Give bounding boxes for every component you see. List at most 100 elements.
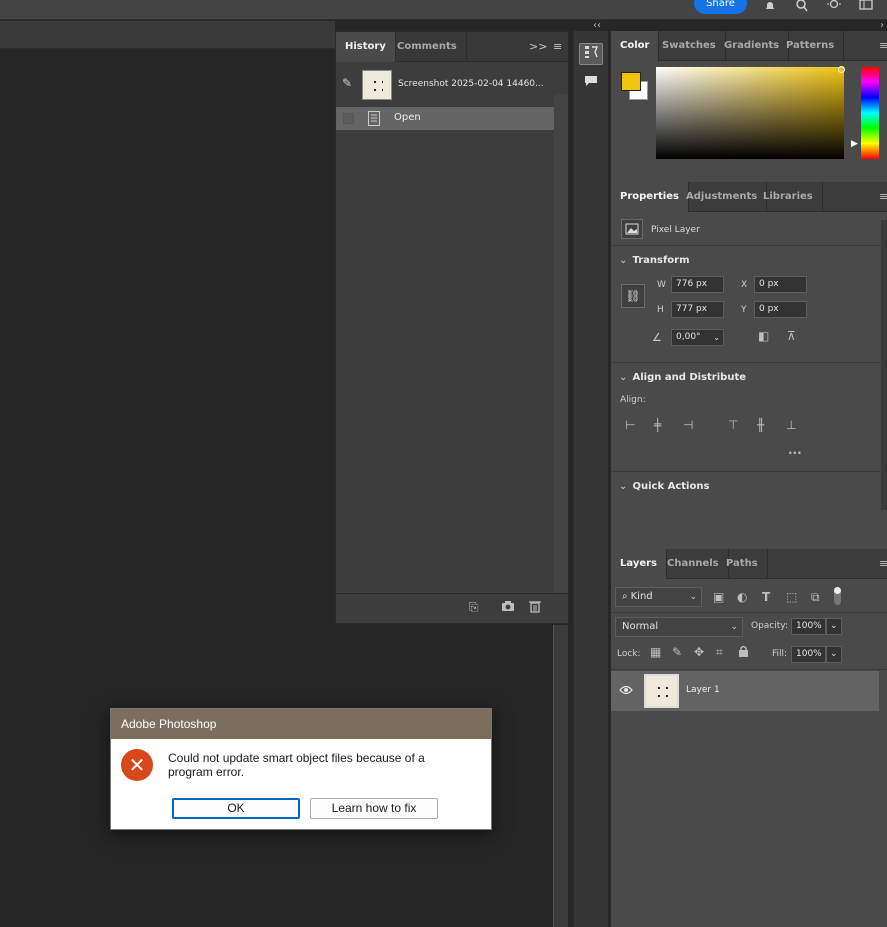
color-panel-menu-icon[interactable]: ≡ [879,39,887,52]
filter-kind-value: Kind [630,591,653,602]
opacity-dropdown[interactable]: ⌄ [826,618,842,635]
align-vertical-center-icon[interactable]: ╫ [757,418,764,432]
lock-image-icon[interactable]: ✎ [672,645,682,659]
color-field[interactable] [656,67,844,159]
w-label: W [657,280,666,290]
chevron-down-icon: ⌄ [830,649,838,659]
brush-icon: ✎ [342,76,353,90]
history-state[interactable]: Open [336,107,554,130]
snapshot-thumbnail [362,70,392,100]
tab-paths[interactable]: Paths [717,549,768,579]
chevron-down-icon: ⌄ [689,592,697,602]
learn-how-to-fix-button[interactable]: Learn how to fix [310,798,438,819]
transform-header[interactable]: ⌄ Transform [619,255,690,266]
error-dialog: Adobe Photoshop ✕ Could not update smart… [110,708,492,830]
quick-actions-header[interactable]: ⌄ Quick Actions [619,481,709,492]
tab-patterns[interactable]: Patterns [777,31,845,61]
workspace-icon[interactable] [857,0,875,14]
foreground-color-swatch[interactable] [621,72,641,91]
expand-icon[interactable]: › [880,20,884,31]
dialog-title: Adobe Photoshop [111,709,491,739]
align-top-icon[interactable]: ⊤ [728,418,738,432]
align-title: Align and Distribute [632,372,747,383]
chevron-down-icon: ⌄ [730,622,738,632]
filter-pixel-icon[interactable]: ▣ [713,590,724,604]
snapshot-name: Screenshot 2025-02-04 14460... [398,79,544,89]
color-picker-marker[interactable] [838,66,845,73]
layers-tab-bar: Layers Channels Paths ≡ [611,549,887,579]
history-snapshot[interactable]: ✎ Screenshot 2025-02-04 14460... [336,66,554,104]
fill-dropdown[interactable]: ⌄ [826,646,842,663]
bell-icon[interactable] [761,0,779,14]
comment-icon[interactable] [579,73,603,95]
tab-history[interactable]: History [336,32,396,62]
blend-mode-dropdown[interactable]: Normal ⌄ [615,617,743,637]
hue-marker-icon[interactable]: ▶ [851,139,858,149]
x-field[interactable]: 0 px [754,276,807,293]
align-horizontal-center-icon[interactable]: ╪ [654,418,661,432]
more-options-icon[interactable]: ··· [788,446,802,460]
search-icon[interactable] [793,0,811,14]
h-label: H [657,305,664,315]
filter-adjustment-icon[interactable]: ◐ [737,590,747,604]
align-left-icon[interactable]: ⊢ [625,418,635,432]
history-scrollbar[interactable] [554,94,568,594]
state-label: Open [394,112,421,123]
new-document-from-state-icon[interactable]: ⎘ [469,600,479,615]
fill-label: Fill: [772,649,788,659]
lock-position-icon[interactable]: ✥ [694,645,704,659]
flip-horizontal-icon[interactable]: ◧ [758,329,769,343]
vertical-scrollbar[interactable] [553,625,568,927]
properties-menu-icon[interactable]: ≡ [879,190,887,203]
panel-menu-icon[interactable]: ≡ [553,40,562,53]
eye-icon[interactable] [619,684,633,698]
transform-title: Transform [632,255,690,266]
panel-expand-icon[interactable]: >> [529,40,547,53]
state-checkbox[interactable] [343,113,354,124]
width-field[interactable]: 776 px [671,276,724,293]
lightbulb-icon[interactable] [825,0,843,14]
lock-artboard-icon[interactable]: ⌗ [716,645,723,660]
filter-shape-icon[interactable]: ⬚ [786,590,797,604]
chevron-down-icon: ⌄ [619,372,628,383]
hue-slider[interactable] [861,67,879,159]
filter-smart-object-icon[interactable]: ⧉ [811,590,820,605]
layer-thumbnail [644,674,679,708]
height-field[interactable]: 777 px [671,301,724,318]
layers-panel: Layers Channels Paths ≡ ⌕ Kind ⌄ ▣ ◐ T ⬚ ⧉… [611,549,887,927]
history-icon[interactable] [579,43,603,65]
fill-field[interactable]: 100% [791,646,826,663]
divider [611,669,887,670]
share-button[interactable]: Share [694,0,747,14]
color-panel: Color Swatches Gradients Patterns ≡ ▶ [611,31,887,179]
align-right-icon[interactable]: ⊣ [683,418,693,432]
lock-transparent-icon[interactable]: ▦ [650,645,661,659]
ok-button[interactable]: OK [172,798,300,819]
layer-type-label: Pixel Layer [651,225,700,235]
y-label: Y [741,305,747,315]
lock-all-icon[interactable] [738,645,749,660]
opacity-field[interactable]: 100% [791,618,826,635]
history-panel: History Comments >> ≡ ✎ Screenshot 2025-… [335,31,569,624]
tab-libraries[interactable]: Libraries [754,182,823,212]
flip-vertical-icon[interactable]: ⊼ [787,329,796,343]
filter-toggle[interactable] [834,587,841,605]
layers-menu-icon[interactable]: ≡ [879,557,887,570]
angle-field[interactable]: 0,00° ⌄ [671,329,724,346]
divider [611,245,887,246]
dialog-message: Could not update smart object files beca… [168,751,425,779]
link-dimensions-icon[interactable]: ⛓ [621,284,645,308]
layer-row[interactable]: Layer 1 [611,671,879,711]
filter-kind-dropdown[interactable]: ⌕ Kind ⌄ [615,587,702,607]
y-field[interactable]: 0 px [754,301,807,318]
right-panel-column: Color Swatches Gradients Patterns ≡ ▶ Pr… [610,31,887,927]
align-header[interactable]: ⌄ Align and Distribute [619,372,746,383]
properties-scrollbar[interactable] [881,220,887,510]
collapse-icon[interactable]: ‹‹ [593,20,601,31]
trash-icon[interactable] [529,600,541,616]
camera-icon[interactable] [501,600,515,615]
chevron-down-icon: ⌄ [713,333,720,342]
filter-type-icon[interactable]: T [762,590,770,604]
align-bottom-icon[interactable]: ⊥ [786,418,796,432]
tab-comments[interactable]: Comments [388,32,467,62]
